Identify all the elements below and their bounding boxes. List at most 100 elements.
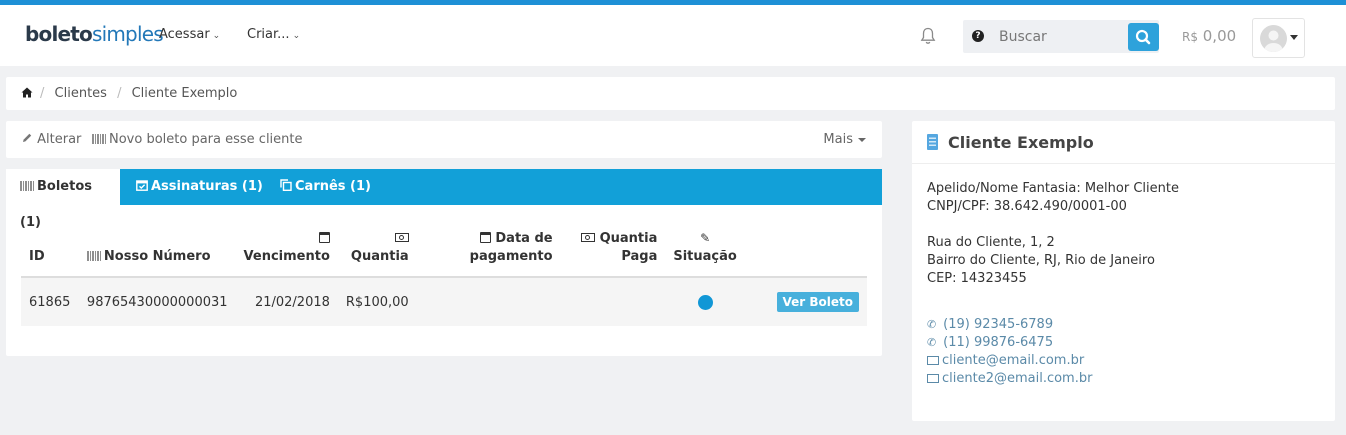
mais-label: Mais [823, 132, 853, 147]
menu-criar-label: Criar... [247, 27, 290, 42]
col-quantia-paga-label-1: Quantia [599, 231, 658, 246]
barcode-icon [86, 251, 101, 261]
tab-boletos[interactable]: Boletos (1) [6, 169, 120, 230]
calendar-check-icon [136, 180, 148, 191]
mais-dropdown[interactable]: Mais [823, 132, 866, 147]
menu-acessar[interactable]: Acessar ⌄ [159, 27, 220, 42]
breadcrumb-separator: / [117, 86, 122, 101]
action-bar: Alterar Novo boleto para esse cliente Ma… [6, 121, 882, 158]
tab-carnes[interactable]: Carnês (1) [266, 169, 385, 205]
alterar-label: Alterar [37, 132, 82, 147]
ver-boleto-button[interactable]: Ver Boleto [776, 292, 859, 312]
client-email-2-text: cliente2@email.com.br [942, 371, 1093, 386]
chevron-down-icon: ⌄ [212, 31, 221, 41]
col-quantia-paga[interactable]: Quantia Paga [560, 223, 666, 278]
col-data-pagamento[interactable]: Data de pagamento [416, 223, 561, 278]
client-address-2: Bairro do Cliente, RJ, Rio de Janeiro [927, 253, 1155, 268]
col-vencimento-label: Vencimento [243, 249, 330, 264]
col-data-pagamento-label-2: pagamento [469, 249, 553, 264]
client-phone-2[interactable]: ✆ (11) 99876-6475 [927, 334, 1053, 352]
caret-down-icon [1290, 35, 1298, 40]
client-phone-1-text: (19) 92345-6789 [943, 317, 1054, 332]
cell-nosso-numero: 98765430000000031 [78, 277, 236, 326]
client-email-2[interactable]: cliente2@email.com.br [927, 370, 1092, 388]
client-email-1-text: cliente@email.com.br [942, 353, 1085, 368]
col-quantia-paga-label-2: Paga [621, 249, 658, 264]
search-icon [1135, 29, 1151, 45]
breadcrumb-separator: / [40, 86, 45, 101]
calendar-icon [479, 232, 491, 243]
search-box: ? [963, 20, 1159, 53]
balance-currency: R$ [1182, 30, 1198, 44]
cell-situacao [665, 277, 745, 326]
tab-bar: Boletos (1) Assinaturas (1) Carnês (1) [6, 169, 882, 230]
col-actions [744, 223, 867, 278]
cell-actions: Ver Boleto [744, 277, 867, 326]
search-button[interactable] [1128, 23, 1159, 51]
novo-boleto-label: Novo boleto para esse cliente [109, 132, 303, 147]
money-icon [394, 233, 409, 242]
account-balance[interactable]: R$ 0,00 [1182, 27, 1236, 45]
barcode-icon [92, 134, 106, 144]
envelope-icon [927, 356, 939, 365]
user-menu-button[interactable] [1252, 18, 1305, 58]
client-cep: CEP: 14323455 [927, 271, 1027, 286]
client-apelido: Apelido/Nome Fantasia: Melhor Cliente [927, 181, 1179, 196]
building-icon [927, 134, 938, 150]
phone-icon: ✆ [927, 336, 937, 349]
search-input[interactable] [993, 20, 1121, 53]
col-vencimento[interactable]: Vencimento [235, 223, 338, 278]
client-phone-2-text: (11) 99876-6475 [943, 335, 1054, 350]
boletos-panel: Boletos (1) Assinaturas (1) Carnês (1) I… [6, 169, 882, 356]
menu-acessar-label: Acessar [159, 27, 210, 42]
client-address-1: Rua do Cliente, 1, 2 [927, 235, 1055, 250]
cell-data-pagamento [416, 277, 561, 326]
table-header-row: ID Nosso Número Vencimento Quantia Data … [21, 223, 867, 278]
money-icon [581, 233, 596, 242]
client-email-1[interactable]: cliente@email.com.br [927, 352, 1084, 370]
col-situacao-label: Situação [673, 249, 737, 264]
bell-icon[interactable] [920, 27, 936, 45]
phone-icon: ✆ [927, 318, 937, 331]
client-phone-1[interactable]: ✆ (19) 92345-6789 [927, 316, 1053, 334]
barcode-icon [20, 181, 34, 191]
client-card-header: Cliente Exemplo [912, 121, 1335, 164]
home-icon[interactable] [21, 87, 33, 98]
col-nosso-numero-label: Nosso Número [103, 249, 211, 264]
copy-icon [280, 179, 292, 191]
avatar [1260, 25, 1287, 52]
novo-boleto-button[interactable]: Novo boleto para esse cliente [92, 132, 303, 147]
breadcrumb-item-current: Cliente Exemplo [131, 86, 238, 101]
cell-id: 61865 [21, 277, 79, 326]
envelope-icon [927, 374, 939, 383]
tab-carnes-label: Carnês (1) [295, 179, 371, 194]
client-name: Cliente Exemplo [948, 133, 1094, 152]
col-quantia-label: Quantia [350, 249, 409, 264]
col-id[interactable]: ID [21, 223, 79, 278]
breadcrumb-item-clientes[interactable]: Clientes [55, 86, 107, 101]
chevron-down-icon: ⌄ [292, 31, 301, 41]
pencil-icon [23, 133, 32, 142]
col-situacao[interactable]: ✎ Situação [665, 223, 745, 278]
status-dot [697, 294, 713, 310]
breadcrumb: / Clientes / Cliente Exemplo [6, 77, 1335, 110]
cell-quantia: R$100,00 [337, 277, 417, 326]
tab-assinaturas-label: Assinaturas (1) [151, 179, 263, 194]
tab-assinaturas[interactable]: Assinaturas (1) [122, 169, 277, 205]
caret-down-icon [858, 137, 866, 142]
col-quantia[interactable]: Quantia [337, 223, 417, 278]
client-card: Cliente Exemplo Apelido/Nome Fantasia: M… [912, 121, 1335, 421]
brand-logo[interactable]: boletosimples [25, 22, 164, 46]
menu-criar[interactable]: Criar... ⌄ [247, 27, 300, 42]
cell-vencimento: 21/02/2018 [235, 277, 338, 326]
top-navbar: boletosimples Acessar⌄ Criar...⌄ ? R$ 0,… [0, 5, 1346, 66]
col-data-pagamento-label-1: Data de [495, 231, 553, 246]
client-cnpj: CNPJ/CPF: 38.642.490/0001-00 [927, 199, 1127, 214]
cell-quantia-paga [560, 277, 666, 326]
help-icon[interactable]: ? [972, 30, 984, 42]
boletos-table: ID Nosso Número Vencimento Quantia Data … [21, 223, 867, 326]
col-nosso-numero[interactable]: Nosso Número [78, 223, 236, 278]
alterar-button[interactable]: Alterar [21, 132, 81, 147]
balance-value: 0,00 [1202, 27, 1237, 45]
edit-icon: ✎ [700, 231, 711, 245]
